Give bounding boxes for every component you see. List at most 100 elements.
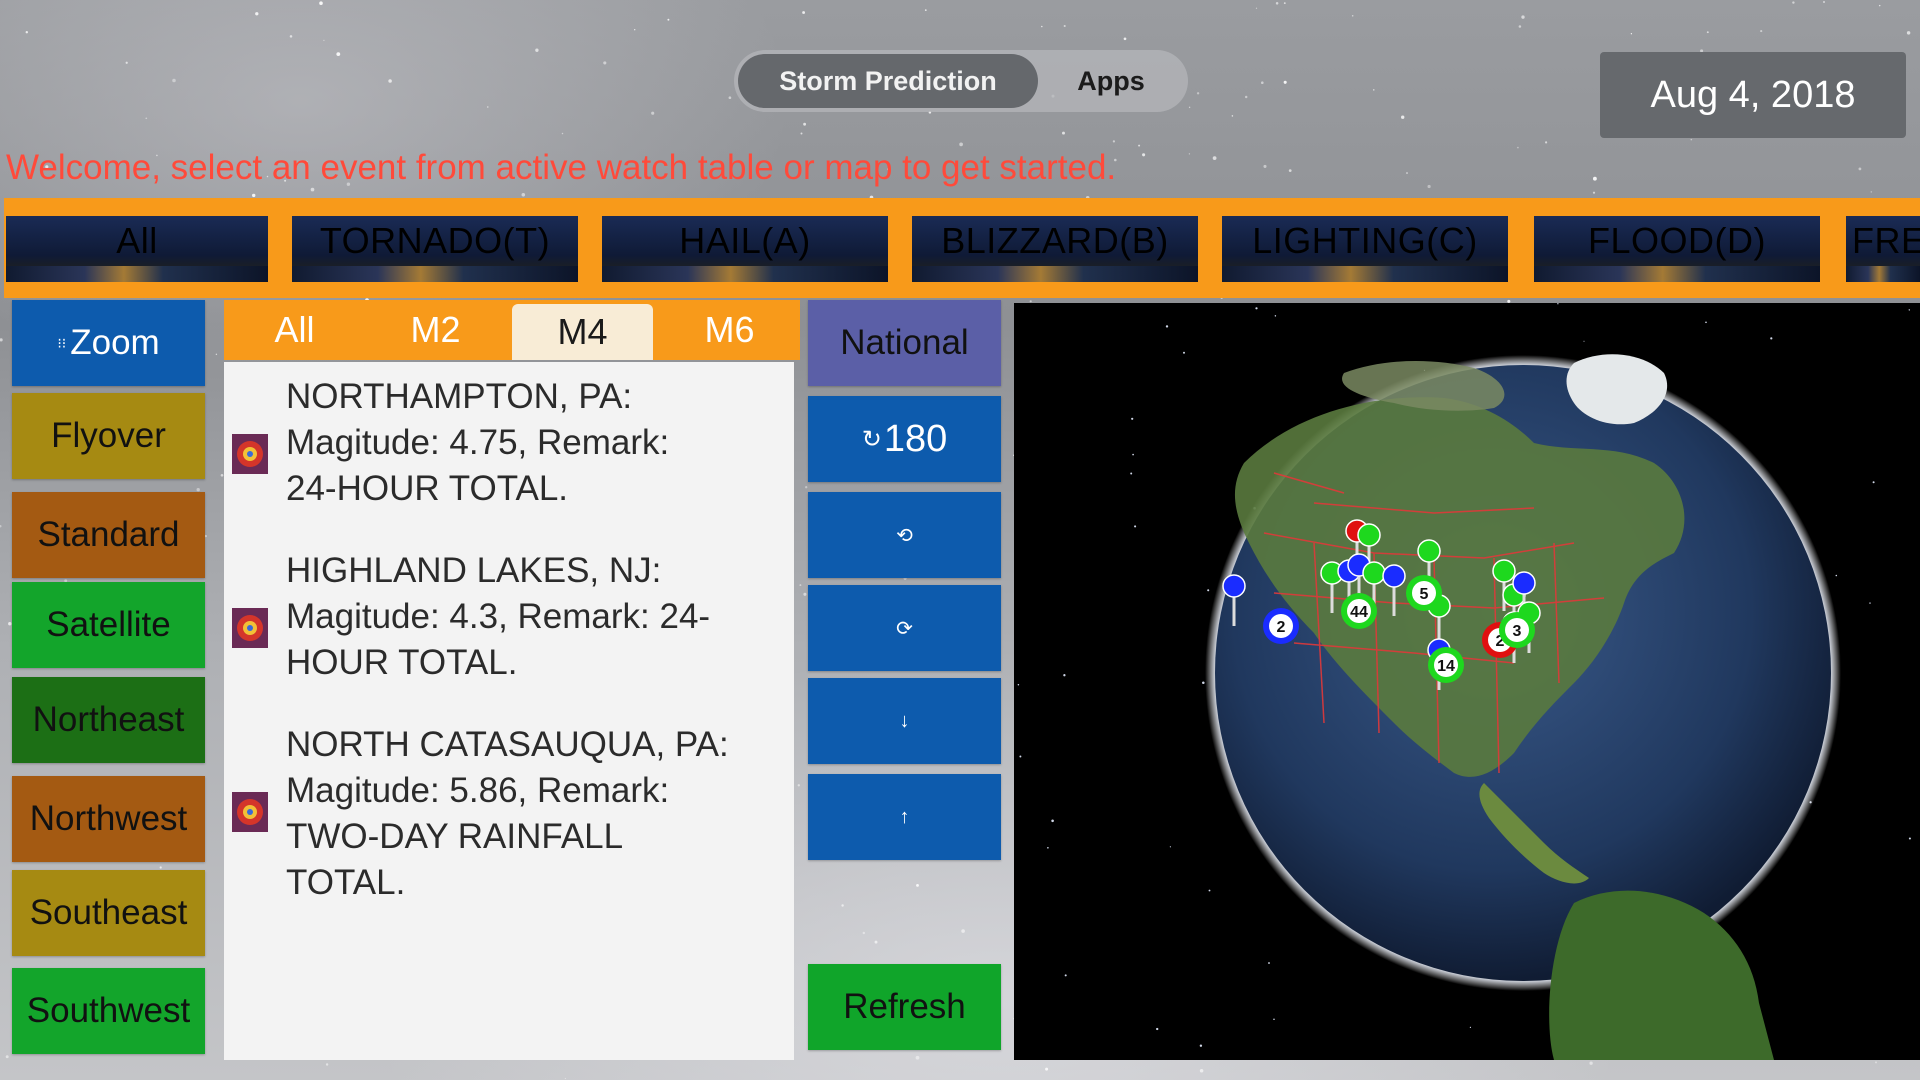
star: [1188, 106, 1191, 109]
filter-tab-m2[interactable]: M2: [365, 300, 506, 360]
star: [1908, 309, 1910, 311]
storm-thumbnail-icon: [232, 608, 268, 648]
star: [1705, 321, 1707, 324]
list-item[interactable]: NORTH CATASAUQUA, PA: Magitude: 5.86, Re…: [224, 722, 794, 908]
star: [336, 52, 341, 57]
category-flood[interactable]: FLOOD(D): [1534, 216, 1820, 282]
zoom-button[interactable]: ⁝⁝ Zoom: [12, 300, 205, 386]
cluster-count: 3: [1513, 623, 1522, 640]
star: [310, 187, 315, 192]
star: [1273, 1018, 1275, 1020]
pitch-down-button[interactable]: ↓: [808, 678, 1001, 764]
star: [1870, 191, 1873, 193]
refresh-button[interactable]: Refresh: [808, 964, 1001, 1050]
event-location: NORTHAMPTON, PA:: [286, 377, 633, 416]
category-freeze[interactable]: FRE: [1846, 216, 1920, 282]
southeast-button[interactable]: Southeast: [12, 870, 205, 956]
zoom-label: Zoom: [70, 323, 160, 362]
map-cluster-pin[interactable]: 3: [1499, 612, 1535, 648]
arrow-up-icon: ↑: [899, 805, 910, 828]
event-text: NORTHAMPTON, PA: Magitude: 4.75, Remark:…: [286, 374, 786, 512]
category-label: FRE: [1852, 220, 1920, 261]
list-item[interactable]: NORTHAMPTON, PA: Magitude: 4.75, Remark:…: [224, 374, 794, 514]
category-label: All: [116, 220, 158, 261]
filter-tab-m4[interactable]: M4: [512, 304, 653, 360]
category-lighting[interactable]: LIGHTING(C): [1222, 216, 1508, 282]
map-cluster-pin[interactable]: 14: [1428, 647, 1464, 683]
northwest-button[interactable]: Northwest: [12, 776, 205, 862]
magnitude-filter-tabs[interactable]: All M2 M4 M6: [224, 300, 800, 360]
event-remark-cont: TOTAL.: [286, 863, 406, 902]
star: [1244, 95, 1248, 99]
rotate-180-button[interactable]: ↻ 180: [808, 396, 1001, 482]
segment-apps[interactable]: Apps: [1038, 54, 1184, 108]
category-thumbnail-strip: [1846, 266, 1920, 282]
star: [1165, 325, 1169, 328]
globe-map[interactable]: 2 44 5 14 2 3: [1014, 303, 1920, 1060]
star: [1427, 184, 1431, 189]
active-watch-table[interactable]: NORTHAMPTON, PA: Magitude: 4.75, Remark:…: [224, 362, 794, 1060]
rotate-cw-button[interactable]: ⟳: [808, 585, 1001, 671]
star: [1875, 1061, 1877, 1064]
star: [1261, 81, 1264, 84]
star: [1469, 1026, 1472, 1029]
southwest-button[interactable]: Southwest: [12, 968, 205, 1054]
star: [0, 524, 2, 528]
star: [634, 29, 636, 31]
rotate-ccw-button[interactable]: ⟲: [808, 492, 1001, 578]
northeast-button[interactable]: Northeast: [12, 677, 205, 763]
star: [125, 61, 128, 64]
star: [564, 1077, 567, 1080]
event-text: NORTH CATASAUQUA, PA: Magitude: 5.86, Re…: [286, 722, 786, 906]
star: [1401, 115, 1405, 119]
star: [1112, 140, 1116, 143]
event-magnitude: Magitude: 4.75, Remark:: [286, 423, 670, 462]
star: [924, 9, 927, 11]
filter-tab-m6[interactable]: M6: [659, 300, 800, 360]
category-label: FLOOD(D): [1588, 220, 1766, 261]
star: [959, 142, 963, 147]
national-button[interactable]: National: [808, 300, 1001, 386]
star: [728, 96, 732, 100]
category-hail[interactable]: HAIL(A): [602, 216, 888, 282]
category-label: BLIZZARD(B): [941, 220, 1169, 261]
star: [1142, 153, 1146, 157]
map-cluster-pin[interactable]: 44: [1341, 593, 1377, 629]
star: [25, 31, 28, 34]
star: [325, 1063, 329, 1066]
date-badge[interactable]: Aug 4, 2018: [1600, 52, 1906, 138]
category-all[interactable]: All: [6, 216, 268, 282]
star: [1518, 25, 1522, 28]
star: [1263, 164, 1267, 168]
segment-storm-prediction[interactable]: Storm Prediction: [738, 54, 1038, 108]
star: [1130, 472, 1133, 475]
standard-button[interactable]: Standard: [12, 492, 205, 578]
filter-tab-all[interactable]: All: [224, 300, 365, 360]
star: [803, 592, 807, 596]
star: [1212, 156, 1217, 160]
category-tornado[interactable]: TORNADO(T): [292, 216, 578, 282]
star: [388, 79, 392, 83]
star: [1196, 92, 1200, 95]
star: [603, 61, 607, 65]
star: [0, 338, 3, 342]
list-item[interactable]: HIGHLAND LAKES, NJ: Magitude: 4.3, Remar…: [224, 548, 794, 688]
map-cluster-pin[interactable]: 2: [1263, 608, 1299, 644]
south-america-landmass: [1549, 890, 1774, 1060]
globe-map-canvas[interactable]: 24451423: [1014, 303, 1920, 1060]
flyover-button[interactable]: Flyover: [12, 393, 205, 479]
pitch-up-button[interactable]: ↑: [808, 774, 1001, 860]
satellite-button[interactable]: Satellite: [12, 582, 205, 668]
star: [1207, 589, 1210, 592]
map-cluster-pin[interactable]: 5: [1406, 575, 1442, 611]
star: [1283, 2, 1286, 4]
star: [1199, 1044, 1203, 1047]
app-mode-segmented-control[interactable]: Storm Prediction Apps: [734, 50, 1188, 112]
star: [1019, 755, 1022, 758]
star: [1047, 846, 1049, 849]
star: [1517, 146, 1519, 149]
category-blizzard[interactable]: BLIZZARD(B): [912, 216, 1198, 282]
star: [1062, 131, 1065, 135]
star: [252, 193, 256, 198]
event-category-bar[interactable]: All TORNADO(T) HAIL(A) BLIZZARD(B) LIGHT…: [4, 198, 1920, 298]
